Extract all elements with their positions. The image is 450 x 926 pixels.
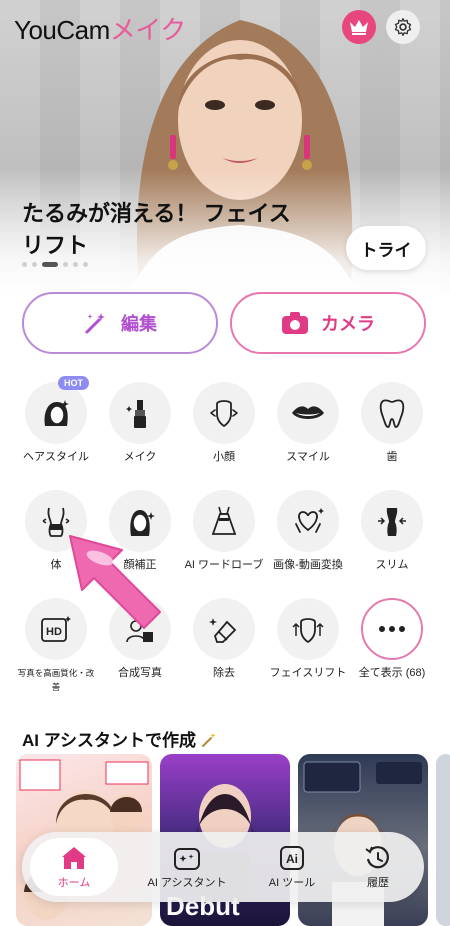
edit-button[interactable]: 編集 — [22, 292, 218, 354]
assistant-card-partial[interactable] — [436, 754, 450, 926]
feature-teeth[interactable]: 歯 — [350, 382, 434, 464]
nav-ai-assistant[interactable]: AI アシスタント — [132, 832, 242, 902]
feature-label: 除去 — [213, 667, 235, 679]
feature-label: スマイル — [286, 451, 330, 463]
nav-home[interactable]: ホーム — [28, 832, 120, 902]
section-title: AI アシスタントで作成 — [22, 726, 217, 751]
history-icon — [365, 845, 389, 868]
feature-remove[interactable]: 除去 — [182, 598, 266, 680]
dress-icon — [211, 506, 237, 535]
feature-label: 画像-動画変換 — [273, 559, 343, 571]
feature-face-slim[interactable]: 小顔 — [182, 382, 266, 464]
more-icon — [379, 626, 405, 632]
carousel-dot — [83, 262, 88, 267]
feature-label: 歯 — [386, 451, 398, 463]
feature-circle — [109, 382, 171, 444]
nav-history-label: 履歴 — [367, 876, 389, 889]
feature-circle — [193, 490, 255, 552]
feature-smile[interactable]: スマイル — [266, 382, 350, 464]
gear-icon — [394, 18, 412, 36]
logo-text-makeup: メイク — [109, 15, 186, 45]
nav-ai-tools[interactable]: Ai AI ツール — [252, 832, 332, 902]
feature-slim[interactable]: スリム — [350, 490, 434, 572]
crown-icon — [350, 20, 368, 35]
lipstick-icon — [126, 400, 146, 428]
logo-text-youcam: YouCam — [14, 15, 110, 45]
ai-tools-icon: Ai — [280, 845, 304, 870]
feature-circle — [361, 382, 423, 444]
ai-assistant-icon — [174, 847, 200, 870]
heart-hands-icon — [295, 508, 324, 533]
carousel-indicator — [22, 262, 88, 267]
nav-home-label: ホーム — [57, 876, 91, 889]
camera-button[interactable]: カメラ — [230, 292, 426, 354]
feature-label: 合成写真 — [118, 667, 162, 679]
section-title-text: AI アシスタントで作成 — [22, 731, 197, 750]
feature-circle — [361, 490, 423, 552]
svg-text:Ai: Ai — [286, 852, 298, 866]
edit-button-label: 編集 — [121, 314, 157, 334]
app-logo: YouCamメイク — [14, 10, 186, 47]
hot-badge: HOT — [58, 376, 89, 390]
face-slim-icon — [210, 400, 238, 428]
feature-face-lift[interactable]: フェイスリフト — [266, 598, 350, 680]
face-lift-icon — [292, 618, 324, 644]
carousel-dot — [63, 262, 68, 267]
camera-icon — [282, 312, 308, 334]
eraser-icon — [209, 618, 237, 643]
nav-ai-assistant-label: AI アシスタント — [147, 876, 227, 889]
feature-circle — [193, 382, 255, 444]
feature-label: スリム — [375, 559, 409, 571]
feature-ai-wardrobe[interactable]: AI ワードローブ — [182, 490, 266, 572]
feature-label: メイク — [123, 451, 157, 463]
home-icon — [62, 846, 86, 869]
feature-label: 小顔 — [213, 451, 235, 463]
feature-circle — [193, 598, 255, 660]
feature-label: 全て表示 (68) — [358, 667, 426, 679]
camera-button-label: カメラ — [321, 314, 375, 334]
carousel-dot — [73, 262, 78, 267]
feature-label: ヘアスタイル — [23, 451, 89, 463]
feature-circle — [277, 598, 339, 660]
feature-circle — [277, 382, 339, 444]
feature-circle — [277, 490, 339, 552]
feature-makeup[interactable]: メイク — [98, 382, 182, 464]
feature-circle — [361, 598, 423, 660]
carousel-dot-active — [42, 262, 58, 267]
feature-show-all[interactable]: 全て表示 (68) — [350, 598, 434, 680]
feature-label: フェイスリフト — [269, 667, 347, 679]
carousel-dot — [22, 262, 27, 267]
premium-button[interactable] — [342, 10, 376, 44]
nav-ai-tools-label: AI ツール — [268, 876, 316, 889]
settings-button[interactable] — [386, 10, 420, 44]
nav-history[interactable]: 履歴 — [338, 832, 418, 902]
carousel-dot — [32, 262, 37, 267]
feature-image-to-video[interactable]: 画像-動画変換 — [266, 490, 350, 572]
feature-label: 写真を高画質化・改善 — [17, 668, 95, 692]
pointer-arrow — [69, 535, 161, 629]
hair-icon — [44, 400, 69, 426]
slim-body-icon — [378, 508, 406, 536]
feature-label: AI ワードローブ — [184, 559, 264, 571]
tooth-icon — [379, 399, 405, 428]
lips-icon — [292, 406, 324, 419]
feature-hairstyle[interactable]: HOT ヘアスタイル — [14, 376, 98, 464]
hero-title: たるみが消える！ フェイスリフト — [22, 201, 291, 258]
magic-wand-icon — [201, 733, 216, 747]
magic-wand-icon — [85, 313, 105, 334]
feature-circle — [25, 382, 87, 444]
bottom-nav: ホーム AI アシスタント Ai AI ツール 履歴 — [22, 832, 424, 902]
try-button[interactable]: トライ — [346, 226, 426, 270]
